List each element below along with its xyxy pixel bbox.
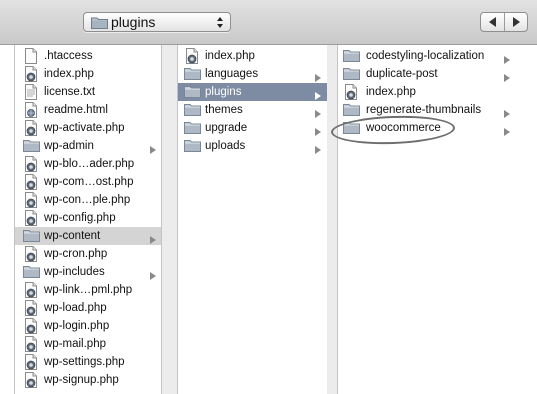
folder-icon — [184, 138, 201, 158]
list-item-wp-login-php[interactable]: wp-login.php — [15, 317, 161, 335]
list-item-wp-blo-ader-php[interactable]: wp-blo…ader.php — [15, 155, 161, 173]
column-wordpress-root[interactable]: .htaccess index.php license.txt readme.html… — [15, 45, 162, 394]
list-item-wp-cron-php[interactable]: wp-cron.php — [15, 245, 161, 263]
item-label: wp-login.php — [44, 320, 110, 332]
popup-arrows-icon — [217, 17, 223, 28]
list-item-uploads[interactable]: uploads — [178, 137, 327, 155]
list-item-wp-link-pml-php[interactable]: wp-link…pml.php — [15, 281, 161, 299]
item-label: wp-signup.php — [44, 374, 119, 386]
back-button[interactable] — [481, 13, 505, 31]
list-item-wp-com-ost-php[interactable]: wp-com…ost.php — [15, 173, 161, 191]
list-item-license-txt[interactable]: license.txt — [15, 83, 161, 101]
list-item-languages[interactable]: languages — [178, 65, 327, 83]
folder-icon — [343, 120, 360, 140]
item-label: plugins — [205, 86, 242, 98]
item-label: wp-mail.php — [44, 338, 106, 350]
list-item-htaccess[interactable]: .htaccess — [15, 47, 161, 65]
item-label: languages — [205, 68, 259, 80]
list-item-wp-con-ple-php[interactable]: wp-con…ple.php — [15, 191, 161, 209]
item-label: .htaccess — [44, 50, 93, 62]
list-item-upgrade[interactable]: upgrade — [178, 119, 327, 137]
list-item-regenerate-thumbnails[interactable]: regenerate-thumbnails — [338, 101, 537, 119]
item-label: wp-config.php — [44, 212, 116, 224]
item-label: license.txt — [44, 86, 96, 98]
item-label: upgrade — [205, 122, 248, 134]
list-item-index-php[interactable]: index.php — [15, 65, 161, 83]
column-wp-content[interactable]: index.php languages plugins themes upgrade up… — [177, 45, 328, 394]
column-parent-edge — [0, 45, 15, 394]
php-file-icon — [24, 372, 38, 394]
item-label: wp-cron.php — [44, 248, 108, 260]
list-item-themes[interactable]: themes — [178, 101, 327, 119]
list-item-readme-html[interactable]: readme.html — [15, 101, 161, 119]
item-label: wp-con…ple.php — [44, 194, 131, 206]
back-forward-buttons — [480, 12, 528, 32]
item-label: wp-includes — [44, 266, 105, 278]
item-label: wp-admin — [44, 140, 94, 152]
item-label: wp-content — [44, 230, 101, 242]
chevron-left-icon — [489, 17, 496, 27]
column-browser: .htaccess index.php license.txt readme.html… — [0, 45, 537, 394]
disclosure-arrow-icon — [504, 124, 510, 142]
list-item-woocommerce[interactable]: woocommerce — [338, 119, 537, 137]
list-item-wp-load-php[interactable]: wp-load.php — [15, 299, 161, 317]
forward-button[interactable] — [505, 13, 527, 31]
list-item-wp-settings-php[interactable]: wp-settings.php — [15, 353, 161, 371]
item-label: index.php — [366, 86, 416, 98]
column-divider[interactable] — [327, 45, 337, 394]
list-item-wp-content[interactable]: wp-content — [15, 227, 161, 245]
item-label: themes — [205, 104, 243, 116]
item-label: wp-load.php — [44, 302, 107, 314]
item-label: readme.html — [44, 104, 108, 116]
folder-icon — [91, 17, 108, 29]
item-label: wp-com…ost.php — [44, 176, 134, 188]
column-plugins[interactable]: codestyling-localization duplicate-post in… — [337, 45, 537, 394]
item-label: wp-settings.php — [44, 356, 125, 368]
item-label: wp-activate.php — [44, 122, 125, 134]
disclosure-arrow-icon — [315, 142, 321, 160]
path-popup-button[interactable]: plugins — [83, 12, 231, 32]
list-item-duplicate-post[interactable]: duplicate-post — [338, 65, 537, 83]
list-item-wp-signup-php[interactable]: wp-signup.php — [15, 371, 161, 389]
path-popup-label: plugins — [111, 14, 156, 30]
item-label: woocommerce — [366, 122, 441, 134]
finder-toolbar: plugins — [0, 0, 537, 45]
list-item-wp-mail-php[interactable]: wp-mail.php — [15, 335, 161, 353]
list-item-wp-config-php[interactable]: wp-config.php — [15, 209, 161, 227]
column-divider[interactable] — [162, 45, 177, 394]
item-label: index.php — [205, 50, 255, 62]
item-label: uploads — [205, 140, 246, 152]
item-label: wp-blo…ader.php — [44, 158, 135, 170]
item-label: duplicate-post — [366, 68, 438, 80]
chevron-right-icon — [513, 17, 520, 27]
list-item-plugins[interactable]: plugins — [178, 83, 327, 101]
item-label: wp-link…pml.php — [44, 284, 133, 296]
list-item-index-php[interactable]: index.php — [178, 47, 327, 65]
list-item-wp-includes[interactable]: wp-includes — [15, 263, 161, 281]
list-item-codestyling-localization[interactable]: codestyling-localization — [338, 47, 537, 65]
list-item-wp-activate-php[interactable]: wp-activate.php — [15, 119, 161, 137]
list-item-index-php[interactable]: index.php — [338, 83, 537, 101]
item-label: codestyling-localization — [366, 50, 485, 62]
list-item-wp-admin[interactable]: wp-admin — [15, 137, 161, 155]
item-label: index.php — [44, 68, 94, 80]
item-label: regenerate-thumbnails — [366, 104, 482, 116]
